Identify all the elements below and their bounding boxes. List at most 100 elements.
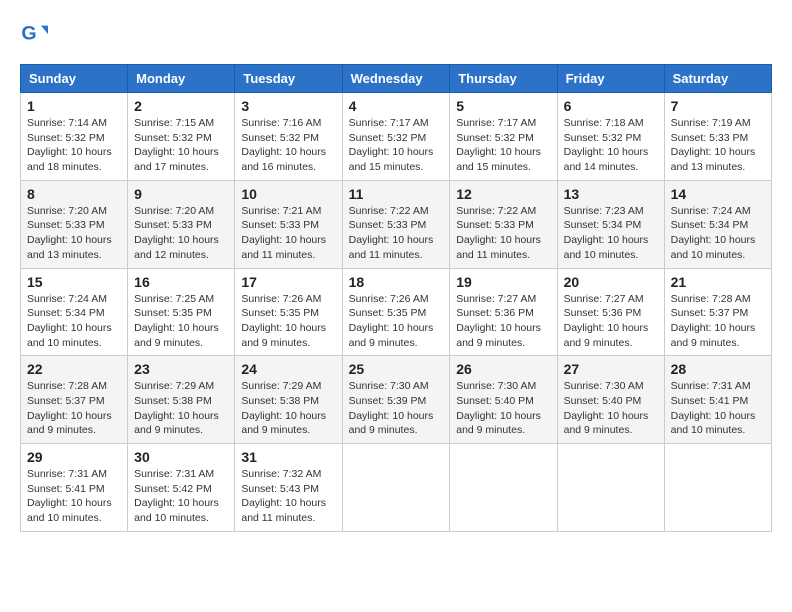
day-info: Sunrise: 7:18 AM Sunset: 5:32 PM Dayligh… — [564, 116, 658, 175]
logo: G — [20, 20, 50, 48]
day-info: Sunrise: 7:20 AM Sunset: 5:33 PM Dayligh… — [27, 204, 121, 263]
day-info: Sunrise: 7:14 AM Sunset: 5:32 PM Dayligh… — [27, 116, 121, 175]
day-info: Sunrise: 7:24 AM Sunset: 5:34 PM Dayligh… — [27, 292, 121, 351]
day-number: 21 — [671, 274, 765, 290]
calendar-day-cell: 7 Sunrise: 7:19 AM Sunset: 5:33 PM Dayli… — [664, 93, 771, 181]
calendar-day-cell: 9 Sunrise: 7:20 AM Sunset: 5:33 PM Dayli… — [128, 180, 235, 268]
day-number: 30 — [134, 449, 228, 465]
day-info: Sunrise: 7:17 AM Sunset: 5:32 PM Dayligh… — [349, 116, 444, 175]
calendar-day-cell: 23 Sunrise: 7:29 AM Sunset: 5:38 PM Dayl… — [128, 356, 235, 444]
day-number: 29 — [27, 449, 121, 465]
day-info: Sunrise: 7:31 AM Sunset: 5:42 PM Dayligh… — [134, 467, 228, 526]
day-number: 25 — [349, 361, 444, 377]
day-number: 18 — [349, 274, 444, 290]
day-info: Sunrise: 7:16 AM Sunset: 5:32 PM Dayligh… — [241, 116, 335, 175]
calendar-header-saturday: Saturday — [664, 65, 771, 93]
day-info: Sunrise: 7:26 AM Sunset: 5:35 PM Dayligh… — [349, 292, 444, 351]
day-info: Sunrise: 7:21 AM Sunset: 5:33 PM Dayligh… — [241, 204, 335, 263]
calendar-day-cell: 16 Sunrise: 7:25 AM Sunset: 5:35 PM Dayl… — [128, 268, 235, 356]
calendar-day-cell: 4 Sunrise: 7:17 AM Sunset: 5:32 PM Dayli… — [342, 93, 450, 181]
day-number: 11 — [349, 186, 444, 202]
day-info: Sunrise: 7:31 AM Sunset: 5:41 PM Dayligh… — [671, 379, 765, 438]
calendar-day-cell: 10 Sunrise: 7:21 AM Sunset: 5:33 PM Dayl… — [235, 180, 342, 268]
day-info: Sunrise: 7:22 AM Sunset: 5:33 PM Dayligh… — [456, 204, 550, 263]
calendar-week-row: 1 Sunrise: 7:14 AM Sunset: 5:32 PM Dayli… — [21, 93, 772, 181]
svg-text:G: G — [21, 23, 36, 45]
calendar-day-cell: 28 Sunrise: 7:31 AM Sunset: 5:41 PM Dayl… — [664, 356, 771, 444]
day-number: 12 — [456, 186, 550, 202]
calendar-header-thursday: Thursday — [450, 65, 557, 93]
calendar-empty-cell — [557, 444, 664, 532]
day-number: 31 — [241, 449, 335, 465]
day-number: 7 — [671, 98, 765, 114]
calendar-day-cell: 18 Sunrise: 7:26 AM Sunset: 5:35 PM Dayl… — [342, 268, 450, 356]
day-number: 9 — [134, 186, 228, 202]
calendar-day-cell: 13 Sunrise: 7:23 AM Sunset: 5:34 PM Dayl… — [557, 180, 664, 268]
day-info: Sunrise: 7:32 AM Sunset: 5:43 PM Dayligh… — [241, 467, 335, 526]
day-number: 2 — [134, 98, 228, 114]
day-info: Sunrise: 7:30 AM Sunset: 5:40 PM Dayligh… — [456, 379, 550, 438]
calendar-day-cell: 21 Sunrise: 7:28 AM Sunset: 5:37 PM Dayl… — [664, 268, 771, 356]
calendar-day-cell: 15 Sunrise: 7:24 AM Sunset: 5:34 PM Dayl… — [21, 268, 128, 356]
calendar-day-cell: 5 Sunrise: 7:17 AM Sunset: 5:32 PM Dayli… — [450, 93, 557, 181]
logo-icon: G — [20, 20, 48, 48]
day-info: Sunrise: 7:29 AM Sunset: 5:38 PM Dayligh… — [134, 379, 228, 438]
day-info: Sunrise: 7:19 AM Sunset: 5:33 PM Dayligh… — [671, 116, 765, 175]
day-info: Sunrise: 7:30 AM Sunset: 5:40 PM Dayligh… — [564, 379, 658, 438]
day-info: Sunrise: 7:30 AM Sunset: 5:39 PM Dayligh… — [349, 379, 444, 438]
day-number: 1 — [27, 98, 121, 114]
calendar-day-cell: 8 Sunrise: 7:20 AM Sunset: 5:33 PM Dayli… — [21, 180, 128, 268]
calendar-table: SundayMondayTuesdayWednesdayThursdayFrid… — [20, 64, 772, 532]
calendar-day-cell: 30 Sunrise: 7:31 AM Sunset: 5:42 PM Dayl… — [128, 444, 235, 532]
day-info: Sunrise: 7:25 AM Sunset: 5:35 PM Dayligh… — [134, 292, 228, 351]
calendar-day-cell: 27 Sunrise: 7:30 AM Sunset: 5:40 PM Dayl… — [557, 356, 664, 444]
day-info: Sunrise: 7:31 AM Sunset: 5:41 PM Dayligh… — [27, 467, 121, 526]
calendar-week-row: 15 Sunrise: 7:24 AM Sunset: 5:34 PM Dayl… — [21, 268, 772, 356]
calendar-day-cell: 26 Sunrise: 7:30 AM Sunset: 5:40 PM Dayl… — [450, 356, 557, 444]
calendar-day-cell: 6 Sunrise: 7:18 AM Sunset: 5:32 PM Dayli… — [557, 93, 664, 181]
calendar-empty-cell — [342, 444, 450, 532]
day-number: 4 — [349, 98, 444, 114]
calendar-day-cell: 19 Sunrise: 7:27 AM Sunset: 5:36 PM Dayl… — [450, 268, 557, 356]
day-number: 23 — [134, 361, 228, 377]
calendar-day-cell: 2 Sunrise: 7:15 AM Sunset: 5:32 PM Dayli… — [128, 93, 235, 181]
calendar-day-cell: 31 Sunrise: 7:32 AM Sunset: 5:43 PM Dayl… — [235, 444, 342, 532]
day-number: 13 — [564, 186, 658, 202]
calendar-day-cell: 29 Sunrise: 7:31 AM Sunset: 5:41 PM Dayl… — [21, 444, 128, 532]
calendar-header-friday: Friday — [557, 65, 664, 93]
calendar-header-row: SundayMondayTuesdayWednesdayThursdayFrid… — [21, 65, 772, 93]
day-info: Sunrise: 7:27 AM Sunset: 5:36 PM Dayligh… — [456, 292, 550, 351]
calendar-day-cell: 17 Sunrise: 7:26 AM Sunset: 5:35 PM Dayl… — [235, 268, 342, 356]
day-number: 24 — [241, 361, 335, 377]
day-number: 15 — [27, 274, 121, 290]
day-number: 6 — [564, 98, 658, 114]
day-info: Sunrise: 7:29 AM Sunset: 5:38 PM Dayligh… — [241, 379, 335, 438]
day-number: 27 — [564, 361, 658, 377]
day-info: Sunrise: 7:24 AM Sunset: 5:34 PM Dayligh… — [671, 204, 765, 263]
day-number: 26 — [456, 361, 550, 377]
day-number: 19 — [456, 274, 550, 290]
day-number: 10 — [241, 186, 335, 202]
day-number: 28 — [671, 361, 765, 377]
calendar-day-cell: 24 Sunrise: 7:29 AM Sunset: 5:38 PM Dayl… — [235, 356, 342, 444]
page-header: G — [20, 20, 772, 48]
day-info: Sunrise: 7:26 AM Sunset: 5:35 PM Dayligh… — [241, 292, 335, 351]
calendar-day-cell: 20 Sunrise: 7:27 AM Sunset: 5:36 PM Dayl… — [557, 268, 664, 356]
calendar-empty-cell — [664, 444, 771, 532]
day-number: 22 — [27, 361, 121, 377]
calendar-day-cell: 22 Sunrise: 7:28 AM Sunset: 5:37 PM Dayl… — [21, 356, 128, 444]
day-info: Sunrise: 7:17 AM Sunset: 5:32 PM Dayligh… — [456, 116, 550, 175]
day-info: Sunrise: 7:28 AM Sunset: 5:37 PM Dayligh… — [27, 379, 121, 438]
day-number: 3 — [241, 98, 335, 114]
day-number: 8 — [27, 186, 121, 202]
day-number: 16 — [134, 274, 228, 290]
calendar-day-cell: 3 Sunrise: 7:16 AM Sunset: 5:32 PM Dayli… — [235, 93, 342, 181]
calendar-day-cell: 1 Sunrise: 7:14 AM Sunset: 5:32 PM Dayli… — [21, 93, 128, 181]
calendar-header-monday: Monday — [128, 65, 235, 93]
day-info: Sunrise: 7:27 AM Sunset: 5:36 PM Dayligh… — [564, 292, 658, 351]
day-info: Sunrise: 7:28 AM Sunset: 5:37 PM Dayligh… — [671, 292, 765, 351]
calendar-week-row: 8 Sunrise: 7:20 AM Sunset: 5:33 PM Dayli… — [21, 180, 772, 268]
day-info: Sunrise: 7:20 AM Sunset: 5:33 PM Dayligh… — [134, 204, 228, 263]
calendar-header-sunday: Sunday — [21, 65, 128, 93]
day-number: 5 — [456, 98, 550, 114]
